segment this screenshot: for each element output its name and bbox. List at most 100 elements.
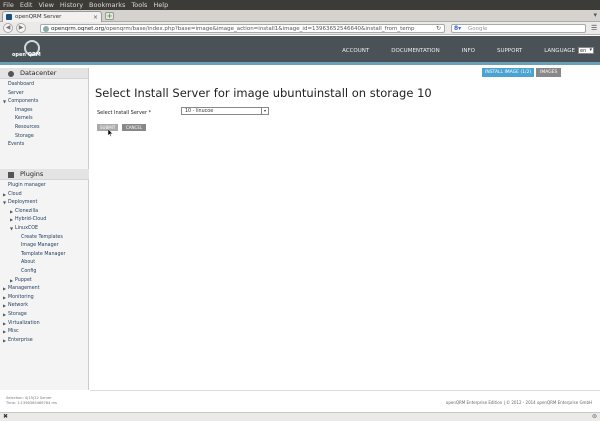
- addon-bar-icon[interactable]: ⊜: [592, 413, 597, 420]
- logo-text: open QRM: [12, 52, 41, 58]
- sidebar-item-label: LinuxCOE: [15, 225, 39, 231]
- sidebar-item-label: Misc: [8, 329, 19, 335]
- menu-file[interactable]: File: [3, 1, 14, 9]
- sidebar-item-label: Storage: [8, 311, 27, 317]
- nav-support[interactable]: SUPPORT: [497, 48, 522, 54]
- forward-button[interactable]: ▶: [16, 23, 26, 33]
- url-path: /openqrm/base/index.php?base=image&image…: [104, 26, 415, 32]
- sidebar-item-events[interactable]: Events: [0, 141, 88, 150]
- sidebar-item-monitoring[interactable]: ▶ Monitoring: [0, 294, 89, 303]
- main-content: INSTALL IMAGE (1/2) IMAGES Select Instal…: [90, 68, 600, 390]
- sidebar-item-dashboard[interactable]: Dashboard: [0, 81, 88, 90]
- nav-account[interactable]: ACCOUNT: [342, 48, 369, 54]
- reload-icon[interactable]: ↻: [436, 25, 441, 32]
- expand-right-icon: ▶: [10, 208, 14, 214]
- sidebar-item-linuxcoe[interactable]: ▼ LinuxCOE: [0, 225, 89, 234]
- expand-right-icon: ▶: [3, 286, 7, 292]
- expand-right-icon: ▶: [10, 277, 14, 283]
- install-server-value: 10 - linucoe: [185, 109, 214, 114]
- search-bar[interactable]: 8▾ Google: [451, 24, 586, 33]
- back-button[interactable]: ◀: [3, 23, 13, 33]
- browser-tab[interactable]: openQRM Server ×: [2, 11, 102, 22]
- sidebar-item-label: Hybrid-Cloud: [15, 217, 47, 223]
- sidebar-item-plugin-manager[interactable]: Plugin manager: [0, 182, 89, 191]
- menu-edit[interactable]: Edit: [20, 1, 33, 9]
- browser-menubar: File Edit View History Bookmarks Tools H…: [0, 0, 600, 10]
- sidebar-item-storage-plugins[interactable]: ▶ Storage: [0, 311, 89, 320]
- language-select[interactable]: en: [578, 47, 594, 54]
- sidebar-item-label: Virtualization: [8, 320, 40, 326]
- sidebar-item-hybrid-cloud[interactable]: ▶ Hybrid-Cloud: [0, 216, 89, 225]
- close-icon[interactable]: ✖: [3, 413, 8, 420]
- close-tab-icon[interactable]: ×: [93, 14, 98, 21]
- favicon-icon: [6, 14, 12, 20]
- sidebar-item-label: Puppet: [15, 277, 32, 283]
- install-image-tab[interactable]: INSTALL IMAGE (1/2): [482, 68, 535, 77]
- page-footer: openQRM Enterprise Edition | © 2012 - 20…: [90, 390, 600, 412]
- expand-right-icon: ▶: [3, 191, 7, 197]
- url-host: openqrm.oqnet.org: [51, 26, 105, 32]
- sidebar-item-label: Deployment: [8, 200, 38, 206]
- sidebar-item-resources[interactable]: Resources: [0, 124, 88, 133]
- menu-view[interactable]: View: [38, 1, 53, 9]
- plugins-header[interactable]: Plugins: [0, 169, 89, 180]
- top-nav: ACCOUNT DOCUMENTATION INFO SUPPORT LANGU…: [320, 36, 594, 65]
- sidebar-item-label: Management: [8, 286, 40, 292]
- images-tab[interactable]: IMAGES: [536, 68, 562, 77]
- app-header: open QRM ACCOUNT DOCUMENTATION INFO SUPP…: [0, 36, 600, 65]
- datacenter-header[interactable]: Datacenter: [0, 68, 88, 79]
- menu-bookmarks[interactable]: Bookmarks: [89, 1, 125, 9]
- sidebar-item-puppet[interactable]: ▶ Puppet: [0, 277, 89, 286]
- sidebar-item-kernels[interactable]: Kernels: [0, 115, 88, 124]
- datacenter-icon: [8, 71, 14, 77]
- sidebar-item-enterprise[interactable]: ▶ Enterprise: [0, 337, 89, 346]
- globe-icon: [43, 26, 49, 32]
- cancel-button[interactable]: CANCEL: [122, 124, 147, 131]
- sidebar-item-image-manager[interactable]: Image Manager: [0, 242, 89, 251]
- menu-icon[interactable]: ☰: [591, 24, 597, 32]
- expand-right-icon: ▶: [3, 303, 7, 309]
- new-tab-button[interactable]: +: [105, 12, 114, 20]
- sidebar-item-components[interactable]: ▼ Components: [0, 98, 88, 107]
- sidebar-item-about[interactable]: About: [0, 259, 89, 268]
- list-tabs-icon[interactable]: ▾: [593, 11, 597, 19]
- url-bar[interactable]: openqrm.oqnet.org/openqrm/base/index.php…: [40, 24, 445, 33]
- sidebar-item-management[interactable]: ▶ Management: [0, 285, 89, 294]
- status-line-2: Time: 1:1396365466764 ms: [6, 401, 57, 405]
- tab-title: openQRM Server: [15, 14, 62, 20]
- sidebar-item-images[interactable]: Images: [0, 107, 88, 116]
- sidebar-item-deployment[interactable]: ▼ Deployment: [0, 199, 89, 208]
- sidebar-item-clonezilla[interactable]: ▶ Clonezilla: [0, 208, 89, 217]
- sidebar-item-cloud[interactable]: ▶ Cloud: [0, 191, 89, 200]
- sidebar-item-create-templates[interactable]: Create Templates: [0, 234, 89, 243]
- chevron-down-icon: ▾: [261, 108, 268, 114]
- sidebar-item-template-manager[interactable]: Template Manager: [0, 251, 89, 260]
- page-title: Select Install Server for image ubuntuin…: [95, 86, 432, 100]
- tab-bar: openQRM Server × + ▾: [0, 10, 600, 22]
- sidebar-item-storage[interactable]: Storage: [0, 133, 88, 142]
- sidebar-item-config[interactable]: Config: [0, 268, 89, 277]
- menu-help[interactable]: Help: [153, 1, 168, 9]
- sidebar-item-label: Monitoring: [8, 294, 34, 300]
- footer-copyright: openQRM Enterprise Edition | © 2012 - 20…: [445, 400, 592, 405]
- sidebar-item-network[interactable]: ▶ Network: [0, 302, 89, 311]
- datacenter-title: Datacenter: [20, 69, 57, 77]
- expand-down-icon: ▼: [10, 225, 14, 231]
- sidebar-item-label: Network: [8, 303, 29, 309]
- menu-history[interactable]: History: [60, 1, 83, 9]
- nav-documentation[interactable]: DOCUMENTATION: [391, 48, 439, 54]
- expand-down-icon: ▼: [3, 200, 7, 206]
- language-label: LANGUAGE: [544, 47, 575, 54]
- sidebar-item-server[interactable]: Server: [0, 90, 88, 99]
- openqrm-logo[interactable]: open QRM: [12, 40, 48, 61]
- navigation-bar: ◀ ▶ openqrm.oqnet.org/openqrm/base/index…: [0, 22, 600, 35]
- nav-info[interactable]: INFO: [462, 48, 475, 54]
- sidebar-item-label: Enterprise: [8, 337, 33, 343]
- install-server-label: Select Install Server *: [97, 110, 152, 116]
- sidebar-item-misc[interactable]: ▶ Misc: [0, 328, 89, 337]
- install-server-select[interactable]: 10 - linucoe ▾: [181, 107, 269, 115]
- menu-tools[interactable]: Tools: [131, 1, 147, 9]
- sidebar-item-virtualization[interactable]: ▶ Virtualization: [0, 320, 89, 329]
- expand-right-icon: ▶: [3, 329, 7, 335]
- plugins-title: Plugins: [20, 170, 44, 178]
